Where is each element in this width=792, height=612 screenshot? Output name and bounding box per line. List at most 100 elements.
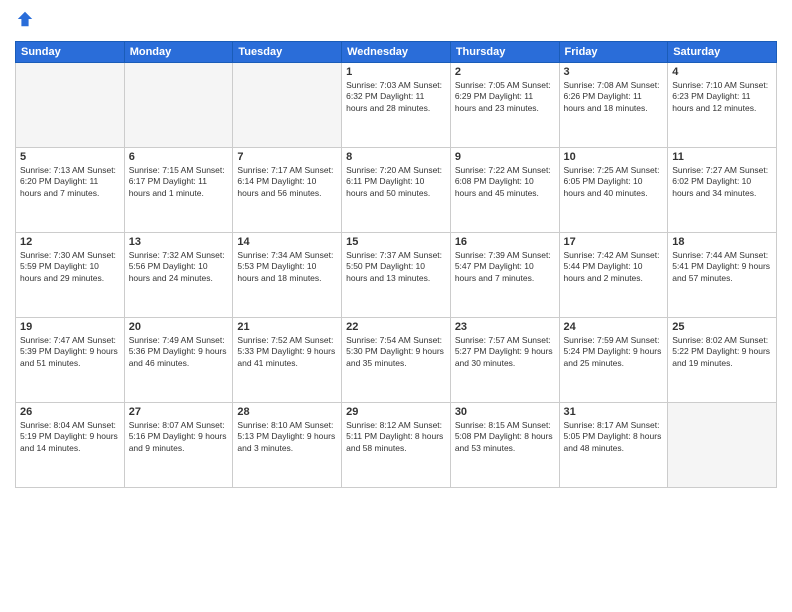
day-number: 24 — [564, 321, 664, 333]
day-cell: 5 Sunrise: 7:13 AM Sunset: 6:20 PM Daylig… — [16, 148, 125, 233]
day-cell: 1 Sunrise: 7:03 AM Sunset: 6:32 PM Daylig… — [342, 63, 451, 148]
day-number: 21 — [237, 321, 337, 333]
day-info: Sunrise: 7:03 AM Sunset: 6:32 PM Dayligh… — [346, 80, 446, 114]
day-info: Sunrise: 7:37 AM Sunset: 5:50 PM Dayligh… — [346, 250, 446, 284]
day-cell: 9Sunrise: 7:22 AM Sunset: 6:08 PM Daylig… — [450, 148, 559, 233]
day-info: Sunrise: 7:49 AM Sunset: 5:36 PM Dayligh… — [129, 335, 229, 369]
day-cell: 30 Sunrise: 8:15 AM Sunset: 5:08 PM Dayli… — [450, 403, 559, 488]
day-number: 20 — [129, 321, 229, 333]
day-number: 11 — [672, 151, 772, 163]
day-number: 23 — [455, 321, 555, 333]
day-number: 19 — [20, 321, 120, 333]
logo — [15, 10, 34, 33]
day-info: Sunrise: 8:02 AM Sunset: 5:22 PM Dayligh… — [672, 335, 772, 369]
day-cell: 20 Sunrise: 7:49 AM Sunset: 5:36 PM Dayli… — [124, 318, 233, 403]
day-info: Sunrise: 7:30 AM Sunset: 5:59 PM Dayligh… — [20, 250, 120, 284]
day-cell: 26 Sunrise: 8:04 AM Sunset: 5:19 PM Dayli… — [16, 403, 125, 488]
day-cell: 15 Sunrise: 7:37 AM Sunset: 5:50 PM Dayli… — [342, 233, 451, 318]
day-info: Sunrise: 7:39 AM Sunset: 5:47 PM Dayligh… — [455, 250, 555, 284]
day-number: 26 — [20, 406, 120, 418]
day-cell: 28 Sunrise: 8:10 AM Sunset: 5:13 PM Dayli… — [233, 403, 342, 488]
weekday-header: Tuesday — [233, 42, 342, 63]
day-cell: 14 Sunrise: 7:34 AM Sunset: 5:53 PM Dayli… — [233, 233, 342, 318]
day-number: 25 — [672, 321, 772, 333]
day-cell — [124, 63, 233, 148]
day-cell: 16Sunrise: 7:39 AM Sunset: 5:47 PM Dayli… — [450, 233, 559, 318]
day-number: 28 — [237, 406, 337, 418]
day-cell — [16, 63, 125, 148]
day-number: 7 — [237, 151, 337, 163]
day-info: Sunrise: 7:32 AM Sunset: 5:56 PM Dayligh… — [129, 250, 229, 284]
page: SundayMondayTuesdayWednesdayThursdayFrid… — [0, 0, 792, 612]
day-cell: 23 Sunrise: 7:57 AM Sunset: 5:27 PM Dayli… — [450, 318, 559, 403]
weekday-header: Monday — [124, 42, 233, 63]
day-cell: 10 Sunrise: 7:25 AM Sunset: 6:05 PM Dayli… — [559, 148, 668, 233]
day-number: 2 — [455, 66, 555, 78]
day-cell: 29Sunrise: 8:12 AM Sunset: 5:11 PM Dayli… — [342, 403, 451, 488]
day-info: Sunrise: 8:04 AM Sunset: 5:19 PM Dayligh… — [20, 420, 120, 454]
day-info: Sunrise: 7:34 AM Sunset: 5:53 PM Dayligh… — [237, 250, 337, 284]
day-cell — [668, 403, 777, 488]
day-number: 9 — [455, 151, 555, 163]
day-number: 1 — [346, 66, 446, 78]
day-cell: 21 Sunrise: 7:52 AM Sunset: 5:33 PM Dayli… — [233, 318, 342, 403]
day-number: 3 — [564, 66, 664, 78]
week-row: 1 Sunrise: 7:03 AM Sunset: 6:32 PM Daylig… — [16, 63, 777, 148]
day-cell: 7 Sunrise: 7:17 AM Sunset: 6:14 PM Daylig… — [233, 148, 342, 233]
day-number: 14 — [237, 236, 337, 248]
day-info: Sunrise: 7:52 AM Sunset: 5:33 PM Dayligh… — [237, 335, 337, 369]
day-info: Sunrise: 8:07 AM Sunset: 5:16 PM Dayligh… — [129, 420, 229, 454]
day-cell: 8 Sunrise: 7:20 AM Sunset: 6:11 PM Daylig… — [342, 148, 451, 233]
day-number: 27 — [129, 406, 229, 418]
day-cell: 13 Sunrise: 7:32 AM Sunset: 5:56 PM Dayli… — [124, 233, 233, 318]
day-info: Sunrise: 7:15 AM Sunset: 6:17 PM Dayligh… — [129, 165, 229, 199]
week-row: 19 Sunrise: 7:47 AM Sunset: 5:39 PM Dayli… — [16, 318, 777, 403]
day-number: 8 — [346, 151, 446, 163]
day-number: 5 — [20, 151, 120, 163]
day-cell: 3 Sunrise: 7:08 AM Sunset: 6:26 PM Daylig… — [559, 63, 668, 148]
calendar-table: SundayMondayTuesdayWednesdayThursdayFrid… — [15, 41, 777, 488]
day-cell: 6 Sunrise: 7:15 AM Sunset: 6:17 PM Daylig… — [124, 148, 233, 233]
day-number: 30 — [455, 406, 555, 418]
day-info: Sunrise: 8:10 AM Sunset: 5:13 PM Dayligh… — [237, 420, 337, 454]
logo-icon — [16, 10, 34, 28]
weekday-header: Friday — [559, 42, 668, 63]
day-number: 10 — [564, 151, 664, 163]
weekday-header: Saturday — [668, 42, 777, 63]
day-number: 12 — [20, 236, 120, 248]
day-info: Sunrise: 7:54 AM Sunset: 5:30 PM Dayligh… — [346, 335, 446, 369]
day-number: 13 — [129, 236, 229, 248]
day-cell: 24 Sunrise: 7:59 AM Sunset: 5:24 PM Dayli… — [559, 318, 668, 403]
day-cell: 19 Sunrise: 7:47 AM Sunset: 5:39 PM Dayli… — [16, 318, 125, 403]
day-info: Sunrise: 8:17 AM Sunset: 5:05 PM Dayligh… — [564, 420, 664, 454]
day-number: 18 — [672, 236, 772, 248]
day-info: Sunrise: 7:08 AM Sunset: 6:26 PM Dayligh… — [564, 80, 664, 114]
day-info: Sunrise: 7:59 AM Sunset: 5:24 PM Dayligh… — [564, 335, 664, 369]
weekday-row: SundayMondayTuesdayWednesdayThursdayFrid… — [16, 42, 777, 63]
day-info: Sunrise: 7:05 AM Sunset: 6:29 PM Dayligh… — [455, 80, 555, 114]
day-info: Sunrise: 8:12 AM Sunset: 5:11 PM Dayligh… — [346, 420, 446, 454]
day-cell — [233, 63, 342, 148]
header — [15, 10, 777, 33]
day-cell: 18 Sunrise: 7:44 AM Sunset: 5:41 PM Dayli… — [668, 233, 777, 318]
day-info: Sunrise: 7:42 AM Sunset: 5:44 PM Dayligh… — [564, 250, 664, 284]
day-cell: 12 Sunrise: 7:30 AM Sunset: 5:59 PM Dayli… — [16, 233, 125, 318]
day-info: Sunrise: 7:25 AM Sunset: 6:05 PM Dayligh… — [564, 165, 664, 199]
day-info: Sunrise: 7:10 AM Sunset: 6:23 PM Dayligh… — [672, 80, 772, 114]
day-cell: 11Sunrise: 7:27 AM Sunset: 6:02 PM Dayli… — [668, 148, 777, 233]
day-cell: 17 Sunrise: 7:42 AM Sunset: 5:44 PM Dayli… — [559, 233, 668, 318]
day-number: 22 — [346, 321, 446, 333]
day-info: Sunrise: 7:17 AM Sunset: 6:14 PM Dayligh… — [237, 165, 337, 199]
day-number: 15 — [346, 236, 446, 248]
day-cell: 31Sunrise: 8:17 AM Sunset: 5:05 PM Dayli… — [559, 403, 668, 488]
day-number: 6 — [129, 151, 229, 163]
week-row: 26 Sunrise: 8:04 AM Sunset: 5:19 PM Dayli… — [16, 403, 777, 488]
day-info: Sunrise: 7:13 AM Sunset: 6:20 PM Dayligh… — [20, 165, 120, 199]
day-info: Sunrise: 7:20 AM Sunset: 6:11 PM Dayligh… — [346, 165, 446, 199]
day-info: Sunrise: 7:57 AM Sunset: 5:27 PM Dayligh… — [455, 335, 555, 369]
weekday-header: Thursday — [450, 42, 559, 63]
day-info: Sunrise: 7:47 AM Sunset: 5:39 PM Dayligh… — [20, 335, 120, 369]
day-info: Sunrise: 8:15 AM Sunset: 5:08 PM Dayligh… — [455, 420, 555, 454]
day-number: 17 — [564, 236, 664, 248]
day-info: Sunrise: 7:44 AM Sunset: 5:41 PM Dayligh… — [672, 250, 772, 284]
